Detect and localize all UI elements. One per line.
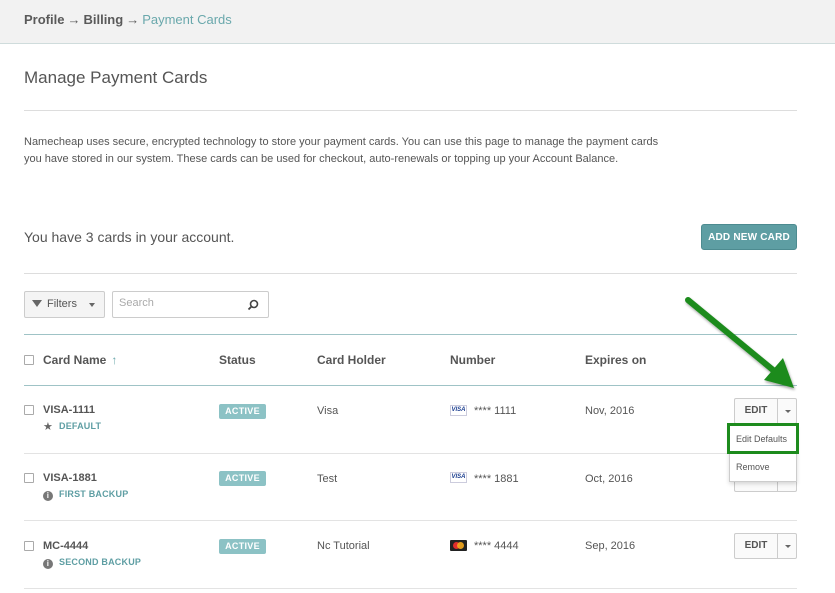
column-card-name-label: Card Name bbox=[43, 353, 107, 367]
info-icon: i bbox=[43, 559, 53, 569]
visa-icon: VISA bbox=[450, 472, 467, 483]
row-divider bbox=[24, 588, 797, 589]
page-description: Namecheap uses secure, encrypted technol… bbox=[24, 136, 659, 165]
card-priority: i SECOND BACKUP bbox=[43, 557, 141, 569]
card-priority-label: SECOND BACKUP bbox=[59, 557, 142, 567]
card-number: **** 1881 bbox=[474, 473, 519, 485]
breadcrumb-billing[interactable]: Billing bbox=[83, 12, 123, 27]
search-field[interactable] bbox=[112, 291, 269, 318]
status-badge: ACTIVE bbox=[219, 404, 266, 419]
breadcrumb-separator: → bbox=[67, 12, 81, 27]
chevron-down-icon bbox=[89, 303, 95, 307]
filters-button[interactable]: Filters bbox=[24, 291, 105, 318]
card-expiry: Nov, 2016 bbox=[585, 405, 635, 417]
column-card-holder: Card Holder bbox=[317, 353, 386, 367]
sort-ascending-icon: ↑ bbox=[111, 353, 118, 367]
breadcrumb-current: Payment Cards bbox=[142, 12, 232, 27]
add-new-card-button[interactable]: ADD NEW CARD bbox=[701, 224, 797, 250]
card-name: VISA-1881 bbox=[43, 472, 97, 484]
card-holder: Visa bbox=[317, 405, 339, 417]
divider bbox=[24, 273, 797, 274]
card-number: **** 4444 bbox=[474, 540, 519, 552]
edit-dropdown-toggle[interactable] bbox=[785, 545, 791, 548]
search-icon[interactable] bbox=[247, 299, 259, 311]
card-priority-label: DEFAULT bbox=[59, 421, 102, 431]
visa-icon: VISA bbox=[450, 405, 467, 416]
card-number: **** 1111 bbox=[474, 405, 517, 417]
select-all-checkbox[interactable] bbox=[24, 355, 34, 365]
card-expiry: Sep, 2016 bbox=[585, 540, 636, 552]
card-holder: Nc Tutorial bbox=[317, 540, 370, 552]
page-title: Manage Payment Cards bbox=[24, 68, 208, 87]
card-count-text: You have 3 cards in your account. bbox=[24, 229, 235, 245]
status-badge: ACTIVE bbox=[219, 539, 266, 554]
breadcrumb: Profile → Billing → Payment Cards bbox=[24, 12, 232, 27]
column-card-name[interactable]: Card Name ↑ bbox=[43, 353, 117, 367]
row-divider bbox=[24, 453, 797, 454]
menu-item-remove[interactable]: Remove bbox=[736, 462, 770, 472]
card-holder: Test bbox=[317, 473, 338, 485]
star-icon: ★ bbox=[43, 421, 54, 433]
card-name: VISA-1111 bbox=[43, 404, 95, 416]
row-checkbox[interactable] bbox=[24, 473, 34, 483]
row-checkbox[interactable] bbox=[24, 541, 34, 551]
row-divider bbox=[24, 520, 797, 521]
info-icon: i bbox=[43, 491, 53, 501]
card-priority: ★ DEFAULT bbox=[43, 421, 102, 433]
card-name: MC-4444 bbox=[43, 540, 89, 552]
top-bar: Profile → Billing → Payment Cards bbox=[0, 0, 835, 44]
search-input[interactable] bbox=[119, 297, 239, 309]
edit-button-group: EDIT bbox=[734, 533, 797, 559]
mastercard-icon bbox=[450, 540, 467, 551]
edit-button[interactable]: EDIT bbox=[735, 534, 778, 558]
edit-button-group: EDIT bbox=[734, 398, 797, 424]
annotation-arrow-icon bbox=[685, 297, 794, 388]
card-priority: i FIRST BACKUP bbox=[43, 489, 128, 501]
divider bbox=[24, 110, 797, 111]
column-number: Number bbox=[450, 353, 496, 367]
card-priority-label: FIRST BACKUP bbox=[59, 489, 129, 499]
filter-icon bbox=[32, 300, 42, 307]
edit-button[interactable]: EDIT bbox=[735, 399, 778, 423]
edit-dropdown-toggle[interactable] bbox=[785, 410, 791, 413]
breadcrumb-separator: → bbox=[126, 12, 140, 27]
card-expiry: Oct, 2016 bbox=[585, 473, 633, 485]
filters-label: Filters bbox=[47, 298, 77, 310]
column-expires: Expires on bbox=[585, 353, 647, 367]
highlight-box bbox=[727, 423, 799, 454]
breadcrumb-profile[interactable]: Profile bbox=[24, 12, 64, 27]
column-status: Status bbox=[219, 353, 256, 367]
status-badge: ACTIVE bbox=[219, 471, 266, 486]
row-checkbox[interactable] bbox=[24, 405, 34, 415]
